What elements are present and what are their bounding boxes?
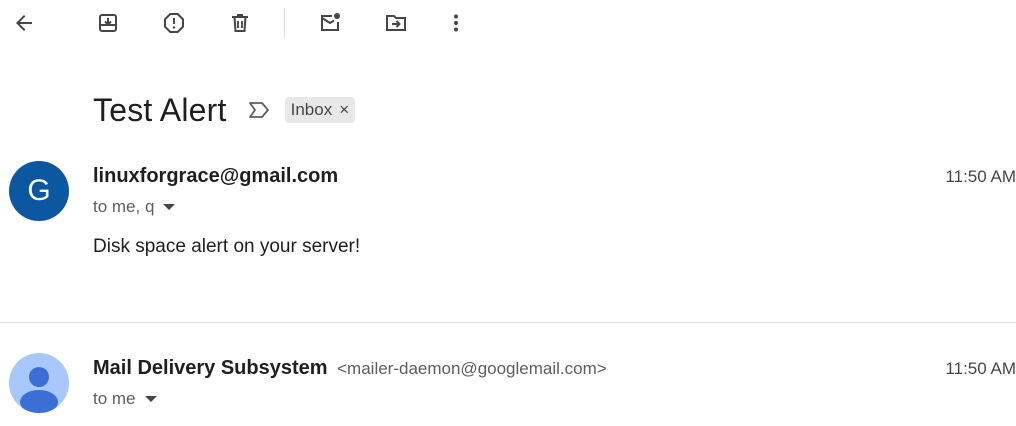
importance-marker-icon[interactable]: [247, 98, 271, 122]
avatar[interactable]: [9, 353, 69, 413]
recipients-dropdown[interactable]: to me: [93, 389, 157, 409]
sender-name[interactable]: Mail Delivery Subsystem <mailer-daemon@g…: [93, 357, 607, 380]
dropdown-caret-icon: [144, 396, 157, 402]
toolbar-divider: [284, 8, 285, 38]
more-vert-icon: [454, 14, 458, 32]
back-button[interactable]: [4, 3, 44, 43]
recipients-text: to me: [93, 389, 136, 408]
back-arrow-icon: [16, 15, 32, 31]
avatar-letter: G: [27, 174, 51, 207]
message-body: Disk space alert on your server!: [93, 236, 361, 257]
recipients-text: to me, q: [93, 197, 155, 216]
report-spam-icon: [164, 13, 184, 33]
person-icon: [20, 367, 58, 413]
more-options-button[interactable]: [436, 3, 476, 43]
label-chip-text: Inbox: [290, 100, 333, 119]
sender-name-text: linuxforgrace@gmail.com: [93, 165, 339, 187]
avatar[interactable]: G: [9, 161, 69, 221]
mark-unread-icon: [321, 13, 340, 31]
archive-icon: [99, 14, 117, 32]
dropdown-caret-icon: [163, 204, 176, 210]
report-spam-button[interactable]: [154, 3, 194, 43]
sender-name[interactable]: linuxforgrace@gmail.com: [93, 165, 338, 188]
move-to-button[interactable]: [376, 3, 416, 43]
subject-row: Test Alert Inbox ×: [93, 88, 356, 132]
message-toolbar: [0, 0, 1016, 46]
remove-label-icon[interactable]: ×: [339, 100, 349, 120]
recipients-dropdown[interactable]: to me, q: [93, 197, 176, 217]
archive-button[interactable]: [88, 3, 128, 43]
sender-name-text: Mail Delivery Subsystem: [93, 357, 328, 379]
delete-icon: [232, 14, 248, 32]
thread-subject: Test Alert: [93, 91, 227, 128]
message-time: 11:50 AM: [945, 167, 1016, 186]
move-to-icon: [386, 15, 406, 31]
mark-unread-button[interactable]: [310, 3, 350, 43]
message-time: 11:50 AM: [945, 359, 1016, 378]
message-divider: [0, 322, 1016, 323]
sender-email: <mailer-daemon@googlemail.com>: [337, 359, 607, 378]
label-chip-inbox[interactable]: Inbox ×: [284, 97, 356, 123]
delete-button[interactable]: [220, 3, 260, 43]
